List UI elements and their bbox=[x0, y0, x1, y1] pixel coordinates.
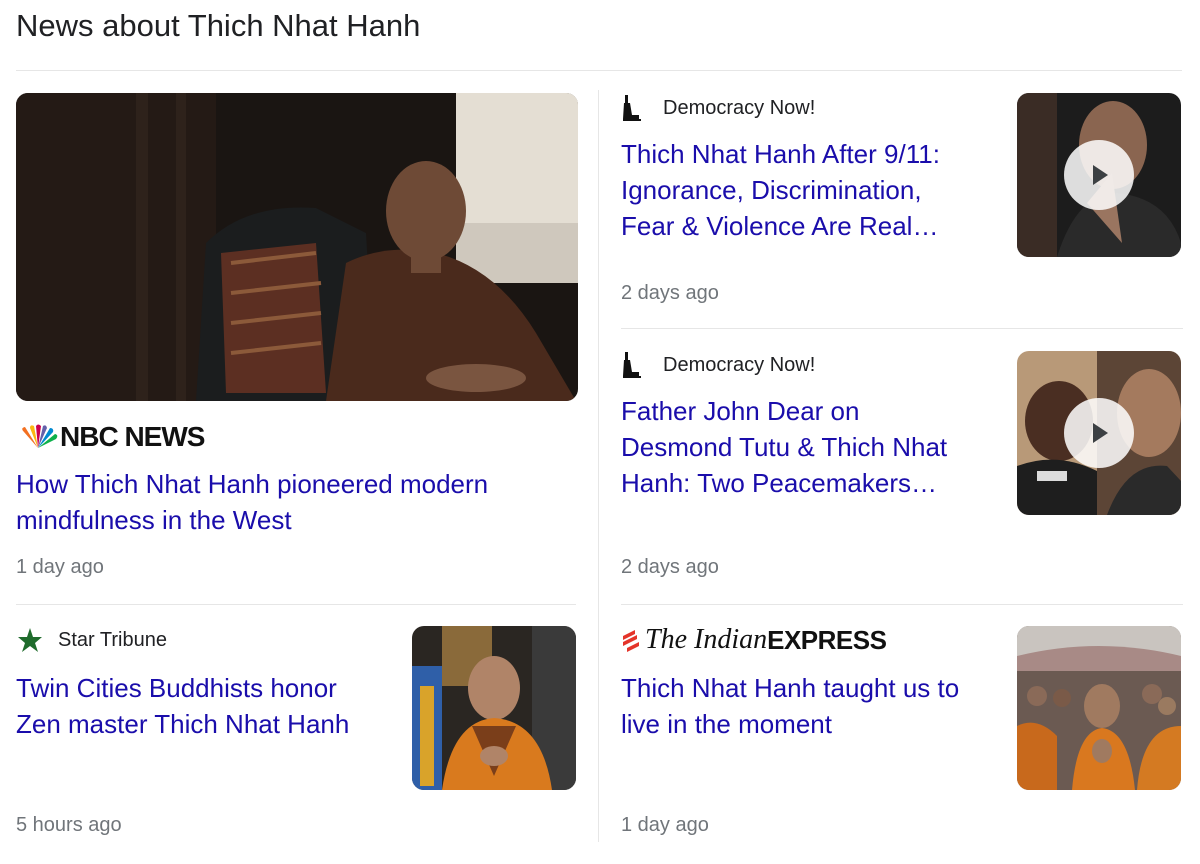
statue-of-liberty-icon bbox=[621, 352, 645, 378]
news-card-indian-express[interactable]: The Indian EXPRESS Thich Nhat Hanh taugh… bbox=[599, 620, 1189, 850]
headline-line: Zen master Thich Nhat Hanh bbox=[16, 709, 350, 739]
video-thumbnail[interactable] bbox=[1017, 351, 1181, 515]
divider bbox=[621, 604, 1183, 605]
article-time: 5 hours ago bbox=[16, 814, 122, 836]
headline-line: Ignorance, Discrimination, bbox=[621, 175, 922, 205]
source-name: Star Tribune bbox=[58, 628, 167, 651]
article-source: Democracy Now! bbox=[621, 94, 815, 122]
article-source: NBC NEWS bbox=[16, 420, 205, 454]
news-card-democracy-now-2[interactable]: Democracy Now! Father John Dear on Desmo… bbox=[599, 345, 1189, 590]
news-card-nbc[interactable]: NBC NEWS How Thich Nhat Hanh pioneered m… bbox=[0, 0, 598, 600]
source-name: Democracy Now! bbox=[663, 353, 816, 376]
article-headline[interactable]: Thich Nhat Hanh taught us to live in the… bbox=[621, 670, 1011, 742]
article-headline[interactable]: Twin Cities Buddhists honor Zen master T… bbox=[16, 670, 406, 742]
nbc-peacock-icon bbox=[16, 424, 60, 450]
source-name: Democracy Now! bbox=[663, 96, 816, 119]
headline-line: mindfulness in the West bbox=[16, 505, 292, 535]
statue-of-liberty-icon bbox=[621, 95, 645, 121]
headline-line: live in the moment bbox=[621, 709, 832, 739]
video-thumbnail[interactable] bbox=[1017, 93, 1181, 257]
article-headline[interactable]: Thich Nhat Hanh After 9/11: Ignorance, D… bbox=[621, 136, 1001, 244]
article-time: 1 day ago bbox=[16, 556, 104, 578]
headline-line: Desmond Tutu & Thich Nhat bbox=[621, 432, 948, 462]
source-name: The Indian bbox=[645, 624, 768, 655]
article-source: Democracy Now! bbox=[621, 351, 815, 379]
article-time: 1 day ago bbox=[621, 814, 709, 836]
news-card-star-tribune[interactable]: Star Tribune Twin Cities Buddhists honor… bbox=[0, 620, 598, 850]
article-thumbnail[interactable] bbox=[412, 626, 576, 790]
article-source: The Indian EXPRESS bbox=[621, 622, 887, 658]
headline-line: Twin Cities Buddhists honor bbox=[16, 673, 337, 703]
article-image bbox=[16, 93, 578, 401]
headline-line: Thich Nhat Hanh taught us to bbox=[621, 673, 960, 703]
article-thumbnail[interactable] bbox=[1017, 626, 1181, 790]
headline-line: Thich Nhat Hanh After 9/11: bbox=[621, 139, 940, 169]
headline-line: Hanh: Two Peacemakers… bbox=[621, 468, 937, 498]
play-icon[interactable] bbox=[1064, 140, 1134, 210]
star-icon bbox=[16, 626, 44, 654]
headline-line: Father John Dear on bbox=[621, 396, 860, 426]
article-source: Star Tribune bbox=[16, 626, 167, 654]
source-name-express: EXPRESS bbox=[767, 624, 887, 655]
play-icon[interactable] bbox=[1064, 398, 1134, 468]
headline-line: How Thich Nhat Hanh pioneered modern bbox=[16, 469, 489, 499]
article-time: 2 days ago bbox=[621, 282, 719, 304]
indian-express-mark-icon bbox=[621, 628, 643, 652]
news-card-democracy-now-1[interactable]: Democracy Now! Thich Nhat Hanh After 9/1… bbox=[599, 88, 1189, 328]
divider bbox=[16, 604, 576, 605]
article-headline[interactable]: Father John Dear on Desmond Tutu & Thich… bbox=[621, 393, 1011, 501]
article-time: 2 days ago bbox=[621, 556, 719, 578]
article-headline[interactable]: How Thich Nhat Hanh pioneered modern min… bbox=[16, 466, 586, 538]
headline-line: Fear & Violence Are Real… bbox=[621, 211, 939, 241]
source-name: NBC NEWS bbox=[60, 421, 205, 452]
divider bbox=[621, 328, 1183, 329]
